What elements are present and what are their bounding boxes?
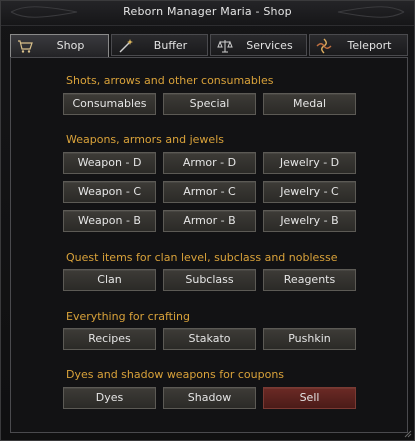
- tab-shop[interactable]: Shop: [10, 34, 109, 58]
- jewelry-d-button[interactable]: Jewelry - D: [263, 152, 356, 174]
- recipes-button[interactable]: Recipes: [63, 328, 156, 350]
- tab-label: Buffer: [153, 39, 188, 52]
- weapon-d-button[interactable]: Weapon - D: [63, 152, 156, 174]
- weapon-c-button[interactable]: Weapon - C: [63, 181, 156, 203]
- consumables-button[interactable]: Consumables: [63, 93, 156, 115]
- shadow-button[interactable]: Shadow: [163, 387, 256, 409]
- tab-label: Teleport: [347, 39, 392, 52]
- section-title-crafting: Everything for crafting: [66, 310, 190, 323]
- shop-panel: Shots, arrows and other consumables Cons…: [10, 57, 408, 433]
- pushkin-button[interactable]: Pushkin: [263, 328, 356, 350]
- section-title-consumables: Shots, arrows and other consumables: [66, 74, 274, 87]
- clan-button[interactable]: Clan: [63, 269, 156, 291]
- jewelry-b-button[interactable]: Jewelry - B: [263, 210, 356, 232]
- special-button[interactable]: Special: [163, 93, 256, 115]
- stakato-button[interactable]: Stakato: [163, 328, 256, 350]
- reagents-button[interactable]: Reagents: [263, 269, 356, 291]
- dyes-button[interactable]: Dyes: [63, 387, 156, 409]
- cart-icon: [18, 40, 33, 53]
- armor-d-button[interactable]: Armor - D: [163, 152, 256, 174]
- title-ornament-right: [337, 6, 405, 18]
- tab-bar: Shop Buffer Services Teleport: [10, 34, 408, 58]
- tab-teleport[interactable]: Teleport: [309, 34, 408, 56]
- sell-button[interactable]: Sell: [263, 387, 356, 409]
- resize-grip-icon[interactable]: [402, 428, 412, 438]
- weapon-b-button[interactable]: Weapon - B: [63, 210, 156, 232]
- armor-c-button[interactable]: Armor - C: [163, 181, 256, 203]
- subclass-button[interactable]: Subclass: [163, 269, 256, 291]
- section-title-weapons: Weapons, armors and jewels: [66, 133, 224, 146]
- section-title-quest-items: Quest items for clan level, subclass and…: [66, 251, 338, 264]
- section-title-dyes: Dyes and shadow weapons for coupons: [66, 368, 285, 381]
- scales-icon: [217, 40, 233, 53]
- tab-label: Shop: [56, 39, 85, 52]
- teleport-icon: [316, 38, 332, 54]
- medal-button[interactable]: Medal: [263, 93, 356, 115]
- shop-window: Reborn Manager Maria - Shop Shop Buffer …: [0, 0, 415, 441]
- wand-icon: [119, 39, 133, 53]
- armor-b-button[interactable]: Armor - B: [163, 210, 256, 232]
- title-bar[interactable]: Reborn Manager Maria - Shop: [1, 1, 414, 26]
- tab-buffer[interactable]: Buffer: [111, 34, 208, 56]
- jewelry-c-button[interactable]: Jewelry - C: [263, 181, 356, 203]
- tab-label: Services: [246, 39, 293, 52]
- tab-services[interactable]: Services: [210, 34, 307, 56]
